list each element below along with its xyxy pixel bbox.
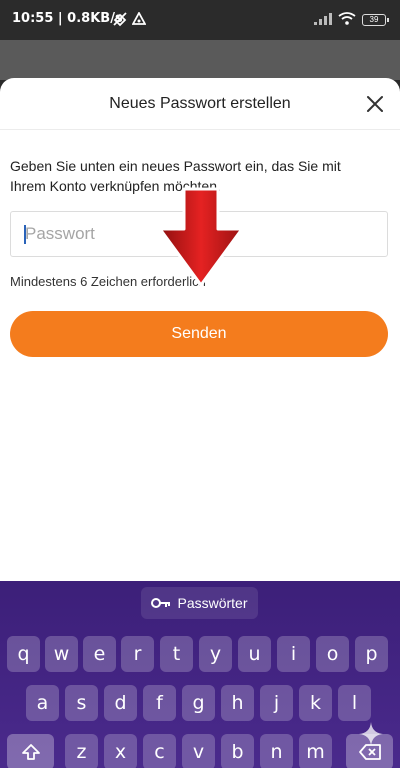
dim-backdrop: [0, 40, 400, 80]
key-t[interactable]: t: [160, 636, 193, 672]
key-x[interactable]: x: [104, 734, 137, 768]
key-s[interactable]: s: [65, 685, 98, 721]
key-w[interactable]: w: [45, 636, 78, 672]
slashed-signal-icon: [112, 11, 128, 30]
key-f[interactable]: f: [143, 685, 176, 721]
key-p[interactable]: p: [355, 636, 388, 672]
key-n[interactable]: n: [260, 734, 293, 768]
key-o[interactable]: o: [316, 636, 349, 672]
key-v[interactable]: v: [182, 734, 215, 768]
cell-signal-icon: [314, 12, 332, 28]
key-b[interactable]: b: [221, 734, 254, 768]
send-button[interactable]: Senden: [10, 311, 388, 357]
key-q[interactable]: q: [7, 636, 40, 672]
status-bar: 10:55 | 0.8KB/s 39: [0, 0, 400, 40]
key-i[interactable]: i: [277, 636, 310, 672]
password-input[interactable]: [10, 211, 388, 257]
wifi-icon: [338, 12, 356, 28]
on-screen-keyboard: Passwörter q w e r t y u i o p a s d f g…: [0, 581, 400, 768]
text-caret: [24, 225, 26, 244]
key-e[interactable]: e: [83, 636, 116, 672]
key-j[interactable]: j: [260, 685, 293, 721]
key-d[interactable]: d: [104, 685, 137, 721]
battery-icon: 39: [362, 14, 389, 26]
key-m[interactable]: m: [299, 734, 332, 768]
key-h[interactable]: h: [221, 685, 254, 721]
shift-icon: [21, 744, 40, 760]
instruction-line-2: Ihrem Konto verknüpfen möchten.: [10, 178, 221, 194]
key-k[interactable]: k: [299, 685, 332, 721]
key-g[interactable]: g: [182, 685, 215, 721]
key-icon: [151, 598, 171, 608]
close-button[interactable]: [364, 93, 386, 115]
key-r[interactable]: r: [121, 636, 154, 672]
key-u[interactable]: u: [238, 636, 271, 672]
key-z[interactable]: z: [65, 734, 98, 768]
password-hint: Mindestens 6 Zeichen erforderlich: [10, 274, 206, 289]
instruction-text: Geben Sie unten ein neues Passwort ein, …: [10, 156, 400, 196]
key-a[interactable]: a: [26, 685, 59, 721]
instruction-line-1: Geben Sie unten ein neues Passwort ein, …: [10, 158, 341, 174]
sheet-title: Neues Passwort erstellen: [109, 95, 291, 112]
close-icon: [367, 96, 383, 112]
shift-key[interactable]: [7, 734, 54, 768]
passwords-suggestion-chip[interactable]: Passwörter: [141, 587, 258, 619]
key-l[interactable]: l: [338, 685, 371, 721]
sparkle-icon: [359, 722, 383, 746]
new-password-sheet: Neues Passwort erstellen Geben Sie unten…: [0, 78, 400, 581]
passwords-label: Passwörter: [177, 595, 248, 611]
key-y[interactable]: y: [199, 636, 232, 672]
key-c[interactable]: c: [143, 734, 176, 768]
nav-triangle-icon: [131, 11, 147, 29]
status-time: 10:55 | 0.8KB/s: [12, 11, 123, 26]
sheet-header: Neues Passwort erstellen: [0, 78, 400, 130]
